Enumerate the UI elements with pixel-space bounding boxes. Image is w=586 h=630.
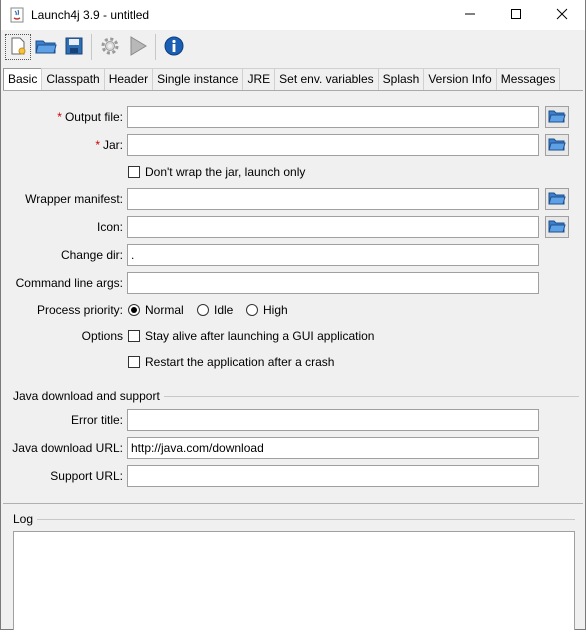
dont-wrap-checkbox[interactable]: [128, 166, 140, 178]
process-priority-label: Process priority:: [36, 303, 123, 317]
error-title-field[interactable]: [127, 409, 539, 431]
panel-bottom-border: [3, 503, 583, 504]
maximize-icon: [510, 8, 522, 23]
restart-label: Restart the application after a crash: [145, 355, 335, 369]
jar-browse-button[interactable]: [545, 134, 569, 156]
new-config-button[interactable]: [5, 34, 31, 60]
output-file-field[interactable]: [127, 106, 539, 128]
minimize-button[interactable]: [447, 0, 493, 30]
restart-checkbox[interactable]: [128, 356, 140, 368]
jar-field[interactable]: [127, 134, 539, 156]
error-title-label: Error title:: [70, 413, 123, 427]
tab-single-instance[interactable]: Single instance: [152, 68, 244, 90]
icon-browse-button[interactable]: [545, 216, 569, 238]
app-window: Launch4j 3.9 - untitled Basic Classpath …: [0, 0, 586, 630]
close-icon: [556, 8, 568, 23]
maximize-button[interactable]: [493, 0, 539, 30]
save-button[interactable]: [61, 34, 87, 60]
log-divider: [13, 519, 575, 520]
tab-strip: Basic Classpath Header Single instance J…: [3, 68, 561, 91]
cmd-args-label: Command line args:: [15, 276, 123, 290]
stay-alive-checkbox[interactable]: [128, 330, 140, 342]
close-button[interactable]: [539, 0, 585, 30]
support-url-field[interactable]: [127, 465, 539, 487]
toolbar: [1, 30, 585, 64]
title-bar: Launch4j 3.9 - untitled: [1, 0, 585, 30]
gear-icon: [99, 35, 121, 60]
tab-version-info[interactable]: Version Info: [423, 68, 497, 90]
priority-high-label: High: [263, 303, 288, 317]
java-download-url-label: Java download URL:: [12, 441, 123, 455]
wrapper-manifest-label: Wrapper manifest:: [25, 192, 123, 206]
options-label: Options: [81, 329, 123, 343]
open-folder-icon: [548, 108, 566, 127]
support-url-label: Support URL:: [50, 469, 123, 483]
build-wrapper-button[interactable]: [97, 34, 123, 60]
tab-basic[interactable]: Basic: [3, 68, 43, 91]
open-folder-icon: [548, 136, 566, 155]
info-icon: [163, 35, 185, 60]
tab-set-env-variables[interactable]: Set env. variables: [274, 68, 379, 90]
dont-wrap-label: Don't wrap the jar, launch only: [145, 165, 306, 179]
output-file-browse-button[interactable]: [545, 106, 569, 128]
wrapper-manifest-field[interactable]: [127, 188, 539, 210]
java-download-url-field[interactable]: http://java.com/download: [127, 437, 539, 459]
stay-alive-label: Stay alive after launching a GUI applica…: [145, 329, 375, 343]
required-marker: *: [95, 138, 100, 152]
open-folder-icon: [35, 36, 57, 59]
required-marker: *: [57, 110, 62, 124]
priority-idle-radio[interactable]: [197, 304, 209, 316]
new-config-icon: [8, 36, 28, 59]
icon-field[interactable]: [127, 216, 539, 238]
wrapper-manifest-browse-button[interactable]: [545, 188, 569, 210]
toolbar-separator: [155, 34, 156, 60]
test-wrapper-button[interactable]: [125, 34, 151, 60]
tab-classpath[interactable]: Classpath: [41, 68, 105, 90]
tab-jre[interactable]: JRE: [242, 68, 276, 90]
save-icon: [64, 36, 84, 59]
toolbar-separator: [91, 34, 92, 60]
tab-messages[interactable]: Messages: [495, 68, 561, 90]
change-dir-field[interactable]: .: [127, 244, 539, 266]
cmd-args-field[interactable]: [127, 272, 539, 294]
tab-splash[interactable]: Splash: [377, 68, 425, 90]
java-group-title: Java download and support: [13, 389, 164, 403]
tab-header[interactable]: Header: [103, 68, 154, 90]
run-icon: [127, 35, 149, 60]
output-file-label: * Output file:: [57, 110, 123, 124]
priority-normal-radio[interactable]: [128, 304, 140, 316]
change-dir-label: Change dir:: [60, 248, 123, 262]
window-title: Launch4j 3.9 - untitled: [31, 8, 150, 22]
priority-idle-label: Idle: [214, 303, 234, 317]
jar-label: * Jar:: [95, 138, 123, 152]
minimize-icon: [464, 8, 476, 23]
open-folder-icon: [548, 218, 566, 237]
log-title: Log: [13, 512, 38, 526]
log-textarea[interactable]: [13, 531, 575, 630]
priority-high-radio[interactable]: [246, 304, 258, 316]
java-app-icon: [9, 7, 25, 23]
open-folder-icon: [548, 190, 566, 209]
about-button[interactable]: [161, 34, 187, 60]
open-button[interactable]: [33, 34, 59, 60]
priority-normal-label: Normal: [145, 303, 184, 317]
icon-label: Icon:: [96, 220, 123, 234]
